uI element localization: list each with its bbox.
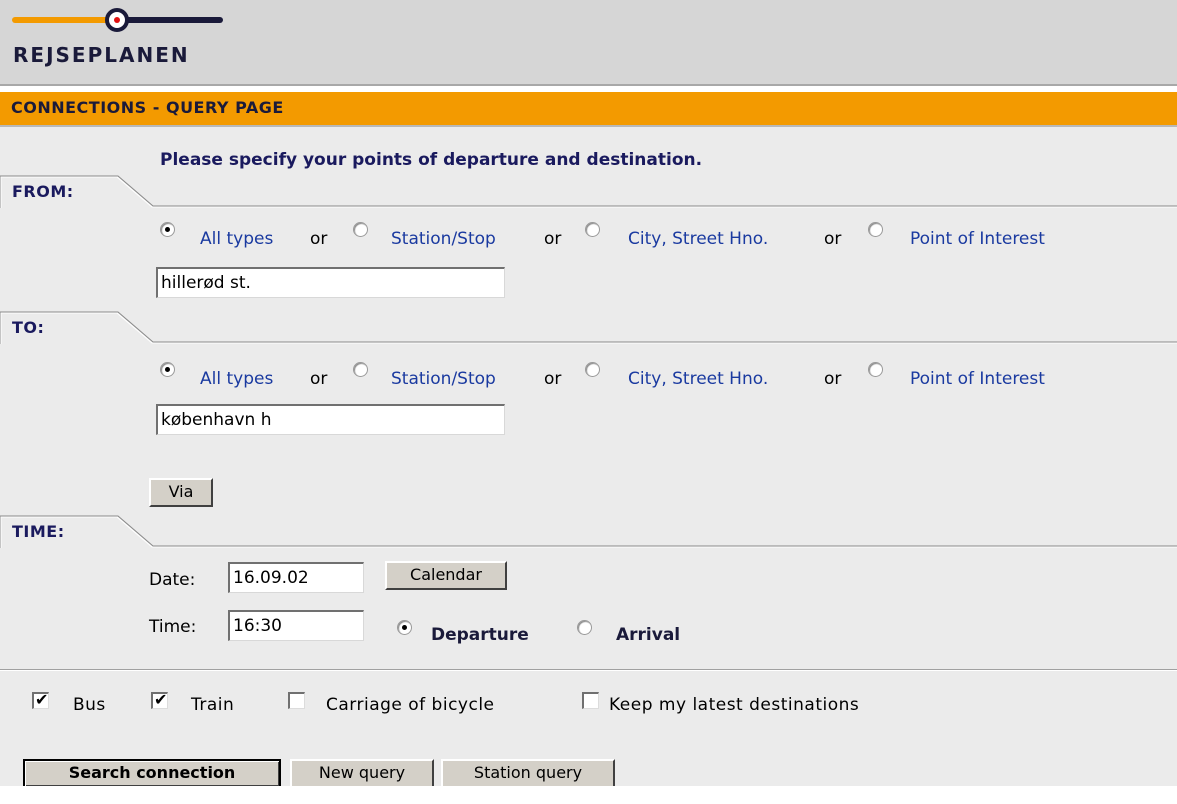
to-city-street-radio[interactable]	[585, 362, 600, 377]
section-divider-highlight	[0, 670, 1177, 671]
from-all-types-radio[interactable]	[160, 222, 175, 237]
keep-destinations-checkbox[interactable]	[582, 692, 599, 709]
from-city-street-radio[interactable]	[585, 222, 600, 237]
to-input[interactable]	[156, 404, 505, 435]
to-all-types-radio[interactable]	[160, 362, 175, 377]
time-section-tab	[0, 515, 1177, 548]
or-text: or	[824, 369, 842, 389]
departure-radio[interactable]	[397, 620, 412, 635]
bus-checkbox[interactable]: ✔	[32, 690, 49, 709]
to-all-types-label[interactable]: All types	[200, 369, 273, 389]
new-query-button[interactable]: New query	[290, 759, 434, 788]
date-input[interactable]	[228, 562, 364, 593]
to-label: TO:	[12, 318, 45, 337]
logo-dot-icon	[114, 17, 120, 23]
departure-label[interactable]: Departure	[431, 625, 529, 645]
header-bar	[0, 0, 1177, 84]
time-field-label: Time:	[149, 617, 197, 637]
logo-line-orange	[12, 17, 110, 23]
logo-text: REJSEPLANEN	[13, 43, 190, 67]
from-label: FROM:	[12, 182, 74, 201]
to-section-tab	[0, 311, 1177, 344]
train-label[interactable]: Train	[191, 695, 234, 715]
arrival-label[interactable]: Arrival	[616, 625, 680, 645]
from-poi-radio[interactable]	[868, 222, 883, 237]
calendar-button[interactable]: Calendar	[385, 561, 507, 590]
from-input[interactable]	[156, 267, 505, 298]
from-all-types-label[interactable]: All types	[200, 229, 273, 249]
title-bar-shadow	[0, 125, 1177, 127]
search-connection-button[interactable]: Search connection	[23, 759, 281, 788]
to-station-stop-radio[interactable]	[353, 362, 368, 377]
from-section-tab	[0, 175, 1177, 208]
or-text: or	[310, 229, 328, 249]
or-text: or	[544, 369, 562, 389]
bus-label[interactable]: Bus	[73, 695, 106, 715]
or-text: or	[310, 369, 328, 389]
instructions-text: Please specify your points of departure …	[160, 150, 703, 170]
time-input[interactable]	[228, 610, 364, 641]
bicycle-checkbox[interactable]	[288, 692, 305, 709]
radio-selected-dot	[165, 227, 170, 232]
or-text: or	[544, 229, 562, 249]
bicycle-label[interactable]: Carriage of bicycle	[326, 695, 495, 715]
station-query-button[interactable]: Station query	[441, 759, 615, 788]
checkmark-icon: ✔	[154, 690, 168, 709]
keep-destinations-label[interactable]: Keep my latest destinations	[609, 695, 859, 715]
radio-selected-dot	[165, 367, 170, 372]
arrival-radio[interactable]	[577, 620, 592, 635]
radio-selected-dot	[402, 625, 407, 630]
to-station-stop-label[interactable]: Station/Stop	[391, 369, 496, 389]
checkmark-icon: ✔	[35, 690, 49, 709]
page-title: CONNECTIONS - QUERY PAGE	[11, 98, 284, 117]
date-label: Date:	[149, 570, 196, 590]
from-station-stop-radio[interactable]	[353, 222, 368, 237]
from-station-stop-label[interactable]: Station/Stop	[391, 229, 496, 249]
train-checkbox[interactable]: ✔	[151, 690, 168, 709]
to-poi-radio[interactable]	[868, 362, 883, 377]
time-label: TIME:	[12, 522, 65, 541]
to-city-street-label[interactable]: City, Street Hno.	[628, 369, 768, 389]
logo-line-dark	[120, 17, 223, 23]
footer-strip	[0, 786, 1177, 804]
from-city-street-label[interactable]: City, Street Hno.	[628, 229, 768, 249]
from-poi-label[interactable]: Point of Interest	[910, 229, 1045, 249]
or-text: or	[824, 229, 842, 249]
to-poi-label[interactable]: Point of Interest	[910, 369, 1045, 389]
via-button[interactable]: Via	[149, 478, 213, 507]
